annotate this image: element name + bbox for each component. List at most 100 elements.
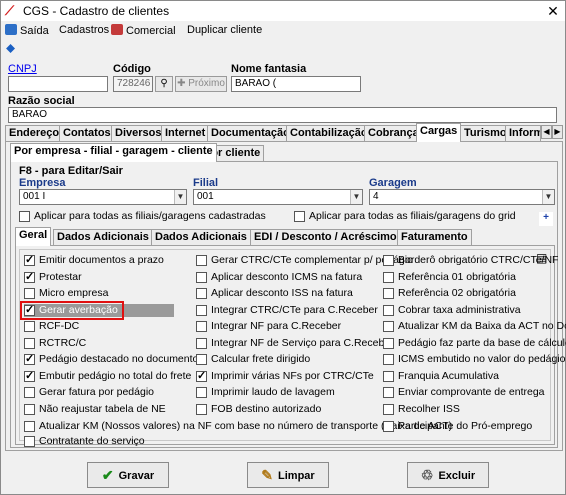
menu-bar: Saída Cadastros Comercial Duplicar clien… [1,21,565,39]
checkbox-box[interactable] [383,304,394,316]
checkbox-box[interactable] [24,353,35,366]
tab-dados-adicionais-1[interactable]: Dados Adicionais 1 [53,229,163,245]
checkbox-label: Gerar fatura por pedágio [39,386,154,398]
menu-cadastros[interactable]: Cadastros [59,24,109,36]
menu-comercial[interactable]: Comercial [111,24,176,37]
document-icon[interactable]: ▤ [536,251,552,265]
nome-fantasia-field[interactable]: BARAO ( [231,76,361,92]
navigate-icon[interactable]: ⬥ [6,41,20,54]
checkbox-label: Pedágio destacado no documento [39,353,199,365]
f8-hint: F8 - para Editar/Sair [19,165,123,177]
window-title: CGS - Cadastro de clientes [23,4,170,18]
tab-scroll-right[interactable]: ▶ [552,125,563,139]
checkbox-label: RCTRC/C [39,336,87,349]
checkbox-box[interactable] [196,370,207,383]
checkbox-label: Calcular frete dirigido [211,353,311,365]
checkbox-box[interactable] [196,255,207,266]
tab-contatos[interactable]: Contatos [59,125,115,141]
checkbox-box[interactable] [383,288,394,299]
tab-por-empresa[interactable]: Por empresa - filial - garagem - cliente [10,143,217,162]
codigo-field[interactable]: 728246 [113,76,153,92]
checkbox-label: Integrar CTRC/CTe para C.Receber [211,303,378,316]
checkbox-label: Referência 02 obrigatória [398,287,516,299]
checkbox-box[interactable] [196,288,207,299]
proximo-button[interactable]: ✚ Próximo [175,76,227,92]
tab-dados-adicionais-2[interactable]: Dados Adicionais 2 [151,229,261,245]
checkbox-label: Integrar NF para C.Receber [211,320,342,332]
commercial-icon [111,24,123,35]
checkbox-box[interactable] [196,354,207,365]
garagem-select[interactable]: 4 ▼ [369,189,555,205]
tab-cargas[interactable]: Cargas [416,123,462,142]
tab-documentacao[interactable]: Documentação [207,125,294,141]
tab-edi-desconto[interactable]: EDI / Desconto / Acréscimo [250,229,401,245]
checkbox-label: Protestar [39,270,82,283]
tab-internet[interactable]: Internet [161,125,210,141]
tab-faturamento[interactable]: Faturamento [397,229,472,245]
checkbox-box[interactable] [383,321,394,332]
tab-inform[interactable]: Inform [505,125,541,141]
main-window: ⟋ CGS - Cadastro de clientes ✕ Saída Cad… [0,0,566,495]
checkbox-label: Aplicar desconto ISS na fatura [211,287,353,299]
cargas-panel: Por empresa - filial - garagem - cliente… [5,141,566,451]
checkbox-label: Atualizar KM da Baixa da ACT no Docto [398,320,566,332]
menu-duplicar-cliente[interactable]: Duplicar cliente [187,24,262,36]
excluir-button[interactable]: ♲ Excluir [407,462,489,488]
tab-scroll-left[interactable]: ◀ [541,125,552,139]
checkbox-label: Imprimir várias NFs por CTRC/CTe [211,369,374,382]
tab-contabilizacao[interactable]: Contabilização [286,125,372,141]
checkbox-box[interactable] [24,370,35,383]
checkbox-box[interactable] [383,271,394,283]
checkbox-box[interactable] [24,321,35,332]
codigo-label: Código [113,63,151,75]
close-button[interactable]: ✕ [544,2,562,20]
tab-diversos[interactable]: Diversos [111,125,166,141]
checkbox-box[interactable] [24,271,35,284]
empresa-dropdown-icon[interactable]: ▼ [174,190,186,204]
geral-panel: Emitir documentos a prazo Protestar Micro … [15,245,566,447]
checkbox-box[interactable] [383,403,394,415]
cnpj-field[interactable] [8,76,108,92]
tab-cobranca[interactable]: Cobrança [364,125,423,141]
checkbox-box[interactable] [196,403,207,415]
filial-dropdown-icon[interactable]: ▼ [350,190,362,204]
checkbox-box[interactable] [196,321,207,332]
checkbox-box[interactable] [196,387,207,398]
cnpj-label[interactable]: CNPJ [8,63,37,75]
razao-social-label: Razão social [8,95,75,107]
razao-social-field[interactable]: BARAO [8,107,557,123]
checkbox-box[interactable] [383,255,394,266]
checkbox-box[interactable] [24,254,35,267]
checkbox-box[interactable] [24,403,35,415]
inner-tab-bar: Geral Dados Adicionais 1 Dados Adicionai… [15,227,475,246]
exit-icon [5,24,17,35]
checkbox-box[interactable] [383,354,394,365]
gravar-button[interactable]: ✔ Gravar [87,462,169,488]
checkbox-label: RCF-DC [39,320,80,332]
check-icon: ✔ [101,467,114,483]
filial-select[interactable]: 001 ▼ [193,189,363,205]
binoculars-button[interactable]: ⚲ [155,76,173,92]
add-button[interactable]: + [539,212,553,226]
checkbox-label: FOB destino autorizado [211,402,322,415]
checkbox-box[interactable] [383,387,394,398]
checkbox-box[interactable] [383,370,394,382]
checkbox-box[interactable] [24,387,35,398]
tab-endereco[interactable]: Endereço [5,125,64,141]
empresa-label: Empresa [19,177,66,189]
menu-saida[interactable]: Saída [5,24,49,37]
checkbox-box[interactable] [196,304,207,316]
checkbox-box[interactable] [383,337,394,349]
tab-turismo[interactable]: Turismo [460,125,511,141]
checkbox-box[interactable] [24,288,35,299]
checkbox-label: Embutir pedágio no total do frete [39,369,192,382]
garagem-dropdown-icon[interactable]: ▼ [542,190,554,204]
tab-geral[interactable]: Geral [15,227,52,246]
checkbox-label: Aplicar desconto ICMS na fatura [211,270,363,283]
checkbox-box[interactable] [196,271,207,283]
checkbox-box[interactable] [24,337,35,349]
trash-icon: ♲ [420,467,434,483]
checkbox-box[interactable] [196,337,207,349]
empresa-select[interactable]: 001 I ▼ [19,189,187,205]
limpar-button[interactable]: ✎ Limpar [247,462,329,488]
